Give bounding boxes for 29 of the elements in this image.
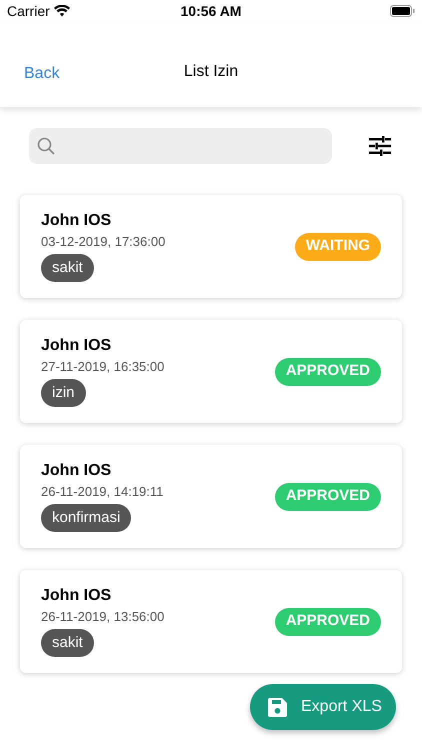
- status-badge: APPROVED: [274, 482, 381, 510]
- leave-request-card[interactable]: John IOS 26-11-2019, 14:19:11 konfirmasi APPROVED: [20, 445, 402, 548]
- wifi-icon: [54, 5, 70, 17]
- date-time: 03-12-2019, 17:36:00: [41, 233, 166, 251]
- employee-name: John IOS: [41, 586, 112, 606]
- search-field[interactable]: [29, 128, 332, 164]
- leave-request-card[interactable]: John IOS 03-12-2019, 17:36:00 sakit WAITING: [20, 195, 402, 298]
- category-tag: sakit: [41, 254, 94, 282]
- carrier-label: Carrier: [7, 2, 50, 20]
- category-tag: sakit: [41, 629, 94, 657]
- category-tag: izin: [41, 379, 86, 407]
- employee-name: John IOS: [41, 461, 112, 481]
- status-badge: WAITING: [294, 232, 381, 260]
- battery-icon: [390, 5, 415, 17]
- leave-request-card[interactable]: John IOS 27-11-2019, 16:35:00 izin APPROVED: [20, 320, 402, 423]
- status-badge: APPROVED: [274, 358, 381, 386]
- date-time: 26-11-2019, 13:56:00: [41, 608, 164, 626]
- status-badge: APPROVED: [274, 608, 381, 636]
- category-tag: konfirmasi: [41, 504, 132, 532]
- filter-settings-icon[interactable]: [369, 136, 391, 156]
- screen-title: List Izin: [184, 62, 238, 82]
- clock-time: 10:56 AM: [180, 2, 242, 20]
- date-time: 27-11-2019, 16:35:00: [41, 358, 164, 376]
- search-icon: [37, 137, 55, 155]
- leave-request-card[interactable]: John IOS 26-11-2019, 13:56:00 sakit APPROVED: [20, 570, 402, 673]
- employee-name: John IOS: [41, 336, 112, 356]
- date-time: 26-11-2019, 14:19:11: [41, 483, 164, 501]
- back-button[interactable]: Back: [24, 62, 60, 86]
- employee-name: John IOS: [41, 211, 112, 231]
